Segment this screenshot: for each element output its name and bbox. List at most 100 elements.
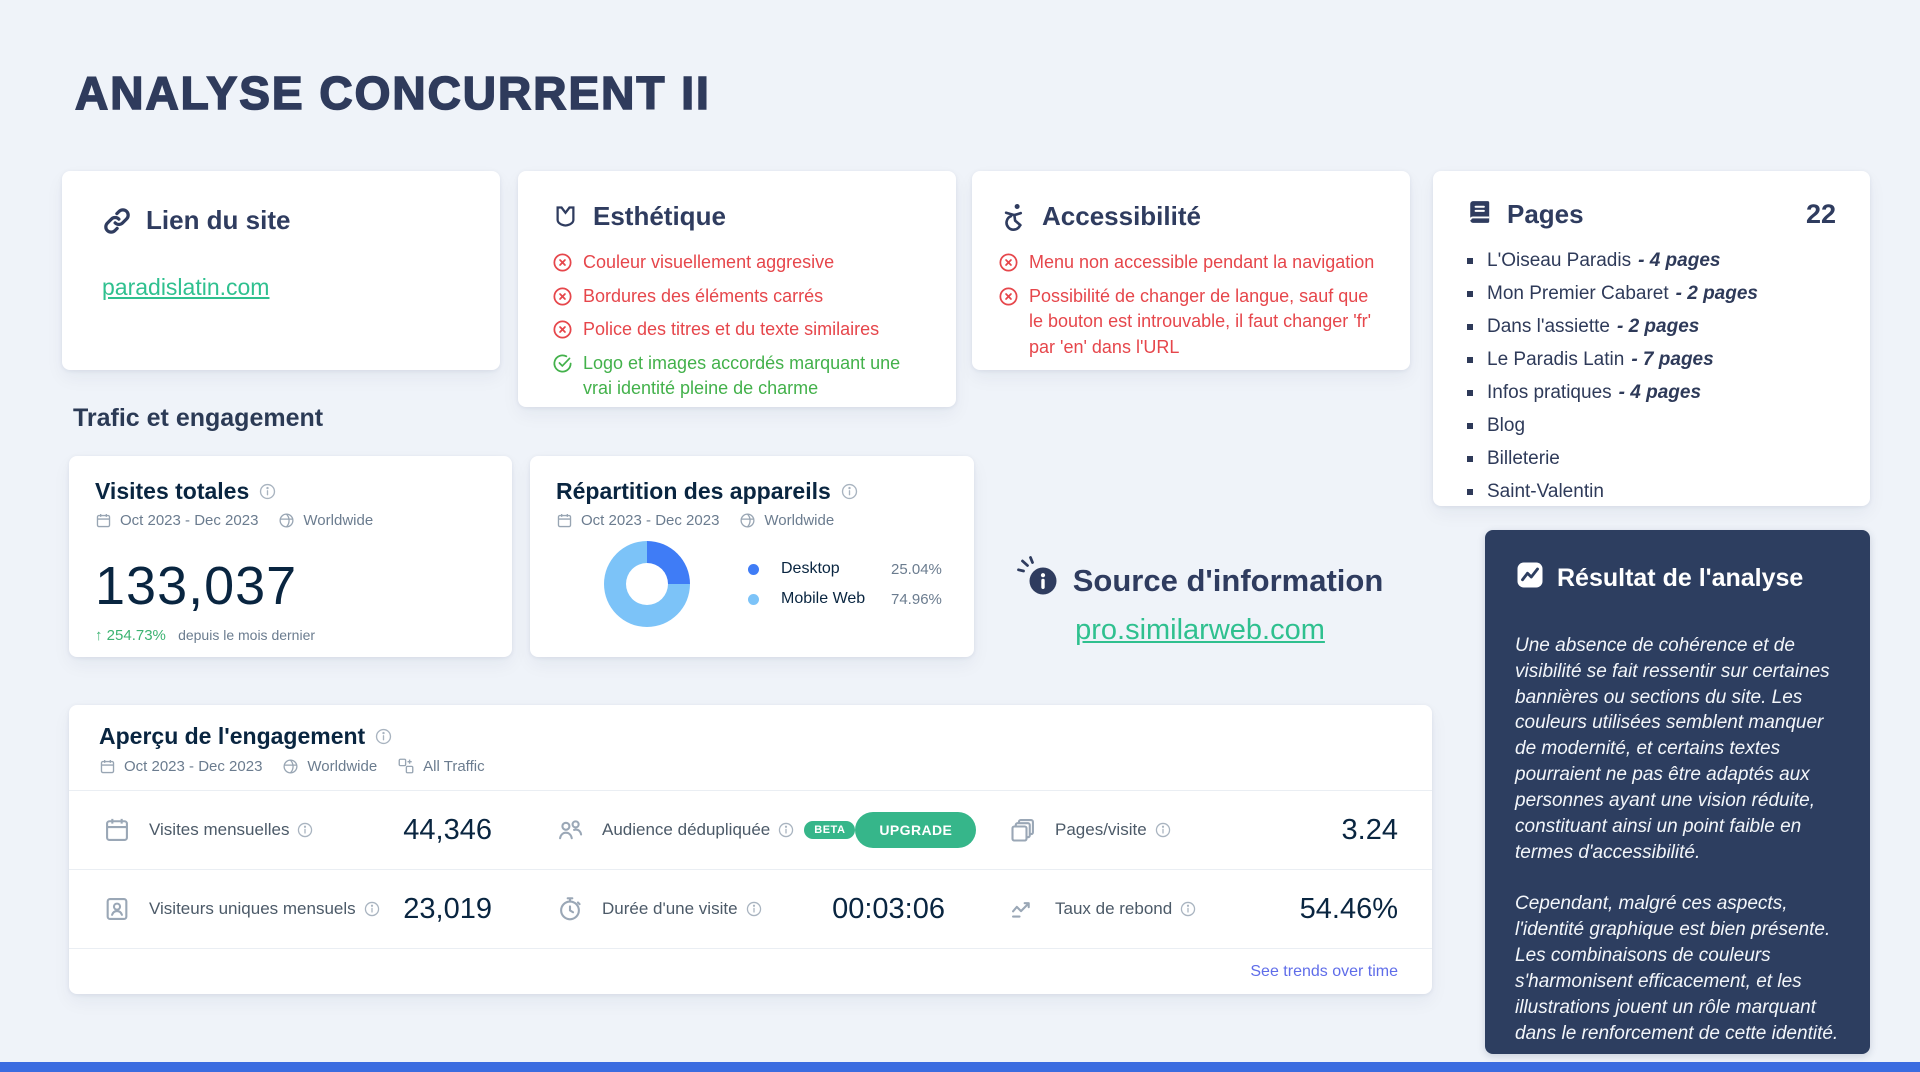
esthetique-card-title: Esthétique [593, 201, 726, 231]
fail-circle-icon [552, 286, 573, 307]
link-icon [102, 206, 132, 236]
metric-label: Taux de rebond [1055, 899, 1173, 918]
site-link-card-title: Lien du site [146, 205, 291, 235]
book-icon [1467, 199, 1493, 230]
chart-icon [1515, 560, 1545, 597]
info-icon[interactable] [778, 822, 794, 838]
engagement-traffic-filter: All Traffic [423, 757, 485, 775]
info-icon[interactable] [259, 483, 276, 500]
page-title: ANALYSE CONCURRENT II [74, 66, 711, 120]
page-name: Le Paradis Latin [1487, 349, 1625, 370]
pass-circle-icon [552, 353, 573, 374]
page-list-item: Le Paradis Latin - 7 pages [1467, 349, 1836, 371]
page-detail: - 2 pages [1675, 283, 1758, 304]
source-link[interactable]: pro.similarweb.com [1075, 614, 1325, 647]
page-list-item: Mon Premier Cabaret - 2 pages [1467, 283, 1836, 305]
devices-date-range: Oct 2023 - Dec 2023 [581, 512, 720, 529]
legend-label: Mobile Web [781, 590, 866, 607]
traffic-channels-icon [397, 757, 415, 775]
check-item: Possibilité de changer de langue, sauf q… [998, 284, 1384, 361]
page-name: Dans l'assiette [1487, 316, 1610, 337]
page-detail: - 2 pages [1616, 316, 1700, 337]
info-icon[interactable] [1155, 822, 1171, 838]
page-name: Mon Premier Cabaret [1487, 283, 1669, 304]
metrics-row: Visites mensuelles 44,346 Audience dédup… [69, 791, 1432, 870]
metric-value: 54.46% [1299, 892, 1398, 925]
page-name: L'Oiseau Paradis [1487, 250, 1632, 271]
page-name: Infos pratiques [1487, 382, 1612, 403]
info-icon[interactable] [375, 728, 392, 745]
page-list-item: Blog [1467, 415, 1836, 437]
esthetique-card: Esthétique Couleur visuellement aggresiv… [518, 171, 956, 407]
metrics-row: Visiteurs uniques mensuels 23,019 Durée … [69, 870, 1432, 949]
legend-dot [748, 593, 759, 605]
metric-label: Visiteurs uniques mensuels [149, 899, 356, 918]
info-icon[interactable] [364, 901, 380, 917]
page-name: Billeterie [1487, 448, 1560, 469]
analysis-result-text: Une absence de cohérence et de visibilit… [1515, 633, 1840, 1046]
page-list-item: L'Oiseau Paradis - 4 pages [1467, 250, 1836, 272]
metric-value: 44,346 [403, 813, 492, 846]
devices-title: Répartition des appareils [556, 478, 831, 504]
bullet-icon [1467, 390, 1473, 396]
check-item-text: Bordures des éléments carrés [583, 285, 824, 306]
legend-value: 25.04% [891, 560, 942, 578]
total-visits-widget: Visites totales Oct 2023 - Dec 2023 Worl… [69, 456, 512, 657]
check-item-text: Couleur visuellement aggresive [583, 252, 835, 272]
info-icon[interactable] [297, 822, 313, 838]
info-icon[interactable] [841, 483, 858, 500]
legend-item: Mobile Web 74.96% [748, 590, 942, 608]
pages-card-title: Pages [1507, 199, 1584, 229]
accessibility-icon [998, 202, 1028, 232]
metric-label: Audience dédupliquée [602, 820, 771, 839]
engagement-footer: See trends over time [69, 949, 1432, 994]
esthetique-check-list: Couleur visuellement aggresive Bordures … [552, 250, 922, 402]
total-visits-change-caption: depuis le mois dernier [178, 627, 316, 643]
engagement-header: Aperçu de l'engagement Oct 2023 - Dec 20… [69, 705, 1432, 791]
upgrade-button[interactable]: UPGRADE [855, 812, 977, 848]
legend-dot [748, 563, 759, 575]
page-name: Saint-Valentin [1487, 481, 1604, 502]
metric-pages-per-visit: Pages/visite 3.24 [1009, 814, 1398, 847]
info-icon[interactable] [1180, 901, 1196, 917]
accessibilite-card-header: Accessibilité [998, 201, 1384, 232]
bottom-accent-bar [0, 1062, 1920, 1072]
site-link[interactable]: paradislatin.com [102, 274, 269, 301]
page-detail: - 4 pages [1638, 250, 1721, 271]
device-distribution-widget: Répartition des appareils Oct 2023 - Dec… [530, 456, 974, 657]
fail-circle-icon [552, 252, 573, 273]
metric-label: Visites mensuelles [149, 820, 290, 839]
check-item: Menu non accessible pendant la navigatio… [998, 250, 1384, 276]
site-link-card-header: Lien du site [102, 205, 460, 236]
metric-value: 3.24 [1341, 813, 1398, 846]
pages-count: 22 [1805, 199, 1836, 229]
site-link-card: Lien du site paradislatin.com [62, 171, 500, 370]
devices-legend: Desktop 25.04% Mobile Web 74.96% [748, 560, 942, 608]
engagement-overview-widget: Aperçu de l'engagement Oct 2023 - Dec 20… [69, 705, 1432, 994]
bullet-icon [1467, 324, 1473, 330]
info-icon[interactable] [746, 901, 762, 917]
total-visits-change: ↑ 254.73% [95, 627, 166, 644]
fail-circle-icon [552, 319, 573, 340]
globe-icon [278, 512, 295, 529]
accessibilite-card: Accessibilité Menu non accessible pendan… [972, 171, 1410, 370]
globe-icon [739, 512, 756, 529]
pages-card: Pages 22 L'Oiseau Paradis - 4 pages Mon P… [1433, 171, 1870, 506]
see-trends-link[interactable]: See trends over time [1250, 963, 1398, 981]
visitor-badge-icon [103, 895, 131, 923]
traffic-section-heading: Trafic et engagement [73, 404, 324, 432]
check-item: Police des titres et du texte similaires [552, 317, 922, 343]
source-block: Source d'information pro.similarweb.com [995, 556, 1405, 647]
metric-label: Durée d'une visite [602, 899, 738, 918]
accessibilite-card-title: Accessibilité [1042, 201, 1201, 231]
analysis-paragraph: Cependant, malgré ces aspects, l'identit… [1515, 893, 1839, 1044]
stacked-pages-icon [1009, 816, 1037, 844]
page-list-item: Infos pratiques - 4 pages [1467, 382, 1836, 404]
fail-circle-icon [998, 286, 1019, 307]
pages-card-header: Pages 22 [1467, 199, 1836, 230]
engagement-date-range: Oct 2023 - Dec 2023 [124, 757, 263, 775]
devices-region: Worldwide [764, 512, 835, 529]
check-item: Bordures des éléments carrés [552, 284, 922, 310]
page-detail: - 7 pages [1631, 349, 1714, 370]
info-alert-icon [1016, 556, 1063, 606]
